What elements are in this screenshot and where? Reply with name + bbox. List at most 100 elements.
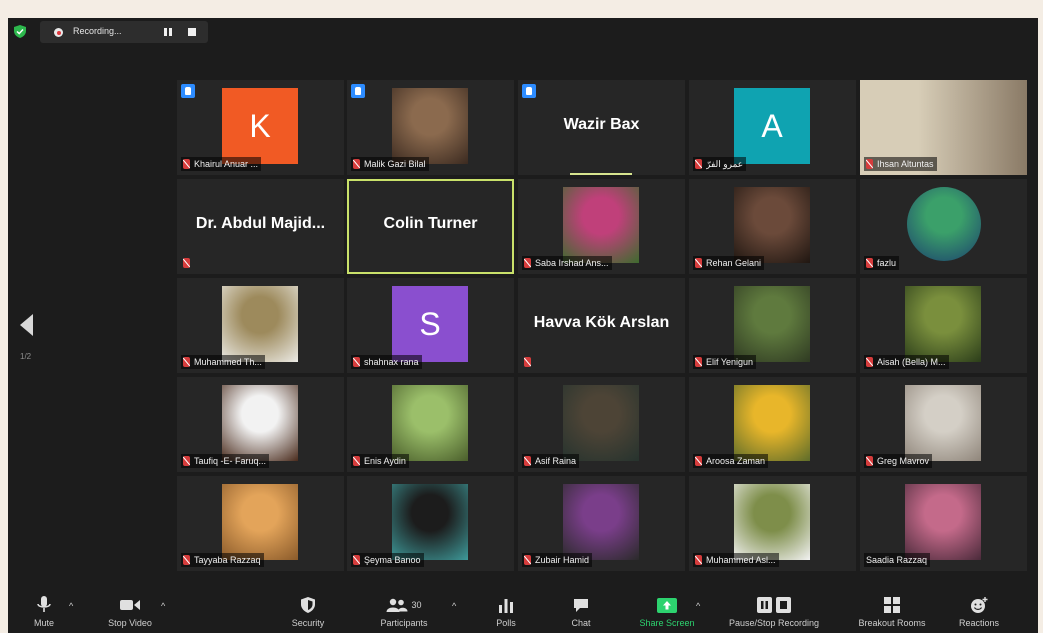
participant-video-feed: [734, 286, 810, 362]
mute-label: Mute: [33, 618, 54, 628]
muted-mic-icon: [866, 456, 873, 466]
participant-name: Taufiq -E- Faruq...: [194, 456, 267, 466]
participant-tile[interactable]: Dr. Abdul Majid...: [177, 179, 344, 274]
participant-name: Saba Irshad Ans...: [535, 258, 609, 268]
participants-options-caret-icon[interactable]: ^: [452, 601, 456, 611]
participant-video-feed: [734, 187, 810, 263]
participant-tile[interactable]: Wazir Bax: [518, 80, 685, 175]
video-options-caret-icon[interactable]: ^: [161, 601, 165, 611]
security-shield-icon: [301, 597, 315, 613]
participant-tile[interactable]: Havva Kök Arslan: [518, 278, 685, 373]
participant-tile[interactable]: Aisah (Bella) M...: [860, 278, 1027, 373]
participant-tile[interactable]: Enis Aydin: [347, 377, 514, 472]
participant-name: Greg Mavrov: [877, 456, 930, 466]
mute-button[interactable]: Mute: [22, 592, 66, 633]
participant-tile[interactable]: Sshahnax rana: [347, 278, 514, 373]
pause-stop-recording-button[interactable]: Pause/Stop Recording: [716, 592, 832, 633]
participant-tile[interactable]: Rehan Gelani: [689, 179, 856, 274]
participant-tile[interactable]: K Khairul Anuar ...: [177, 80, 344, 175]
stop-video-label: Stop Video: [108, 618, 152, 628]
participant-tile[interactable]: Saadia Razzaq: [860, 476, 1027, 571]
muted-mic-icon: [183, 555, 190, 565]
muted-mic-icon: [524, 357, 531, 367]
chat-label: Chat: [571, 618, 591, 628]
muted-mic-icon: [353, 357, 360, 367]
chat-button[interactable]: Chat: [563, 592, 599, 633]
participant-name-label: Khairul Anuar ...: [181, 157, 262, 171]
share-screen-button[interactable]: Share Screen: [628, 592, 706, 633]
share-options-caret-icon[interactable]: ^: [696, 601, 700, 611]
participant-name-label: Muhammed Th...: [181, 355, 265, 369]
muted-mic-icon: [695, 555, 702, 565]
stop-recording-icon[interactable]: [188, 28, 196, 36]
participant-video-feed: [222, 286, 298, 362]
participant-name: Şeyma Banoo: [364, 555, 421, 565]
participant-name-label: Malik Gazi Bilal: [351, 157, 429, 171]
participant-tile[interactable]: Asif Raina: [518, 377, 685, 472]
participant-tile[interactable]: Colin Turner: [347, 179, 514, 274]
pause-recording-icon[interactable]: [164, 28, 173, 36]
participant-display-name: Dr. Abdul Majid...: [195, 215, 326, 232]
muted-mic-icon: [353, 159, 360, 169]
polls-button[interactable]: Polls: [486, 592, 526, 633]
participants-button[interactable]: 30 Participants: [370, 592, 438, 633]
muted-mic-icon: [695, 159, 702, 169]
breakout-rooms-button[interactable]: Breakout Rooms: [846, 592, 938, 633]
participant-name: fazlu: [877, 258, 897, 268]
muted-mic-icon: [183, 456, 190, 466]
participant-tile[interactable]: Elif Yenigun: [689, 278, 856, 373]
participant-tile[interactable]: Şeyma Banoo: [347, 476, 514, 571]
participant-video-feed: [734, 484, 810, 560]
arrow-left-icon: [20, 314, 33, 336]
participant-video-feed: [222, 484, 298, 560]
reactions-button[interactable]: Reactions: [951, 592, 1007, 633]
previous-page-button[interactable]: 1/2: [8, 286, 48, 370]
participant-name-label: Zubair Hamid: [522, 553, 593, 567]
participant-name: Tayyaba Razzaq: [194, 555, 261, 565]
security-button[interactable]: Security: [284, 592, 332, 633]
participant-name-label: Taufiq -E- Faruq...: [181, 454, 270, 468]
participant-tile[interactable]: Ihsan Altuntas: [860, 80, 1027, 175]
muted-mic-icon: [695, 456, 702, 466]
participant-name: Saadia Razzaq: [866, 555, 928, 565]
participant-name: Aisah (Bella) M...: [877, 357, 946, 367]
participant-name-label: shahnax rana: [351, 355, 422, 369]
participant-tile[interactable]: A عمرو الفرّ: [689, 80, 856, 175]
participant-video-feed: [905, 286, 981, 362]
muted-mic-icon: [866, 258, 873, 268]
participant-tile[interactable]: Greg Mavrov: [860, 377, 1027, 472]
participant-name-label: Şeyma Banoo: [351, 553, 424, 567]
participant-tile[interactable]: Tayyaba Razzaq: [177, 476, 344, 571]
polls-label: Polls: [496, 618, 516, 628]
participant-name-label: Muhammed Asl...: [693, 553, 779, 567]
participant-name: Muhammed Asl...: [706, 555, 776, 565]
participant-display-name: Havva Kök Arslan: [533, 314, 670, 331]
speaking-indicator: [570, 173, 632, 175]
muted-mic-icon: [524, 456, 531, 466]
participant-tile[interactable]: Saba Irshad Ans...: [518, 179, 685, 274]
participant-tile[interactable]: Muhammed Th...: [177, 278, 344, 373]
participant-tile[interactable]: Muhammed Asl...: [689, 476, 856, 571]
participant-tile[interactable]: fazlu: [860, 179, 1027, 274]
meeting-toolbar: Mute ^ Stop Video ^ Security 30 Particip…: [8, 592, 1038, 633]
recording-indicator: Recording...: [40, 21, 208, 43]
participant-tile[interactable]: Taufiq -E- Faruq...: [177, 377, 344, 472]
bar-chart-icon: [499, 599, 513, 613]
participant-tile[interactable]: Malik Gazi Bilal: [347, 80, 514, 175]
participant-name: Malik Gazi Bilal: [364, 159, 426, 169]
participant-name-label: Aroosa Zaman: [693, 454, 769, 468]
shield-check-icon[interactable]: [14, 25, 26, 38]
participants-count: 30: [411, 600, 422, 610]
participant-video-feed: [392, 88, 468, 164]
muted-mic-icon: [183, 258, 190, 268]
stop-video-button[interactable]: Stop Video: [96, 592, 164, 633]
participant-tile[interactable]: Aroosa Zaman: [689, 377, 856, 472]
participant-name-label: Saba Irshad Ans...: [522, 256, 612, 270]
smiley-plus-icon: [971, 597, 988, 613]
audio-options-caret-icon[interactable]: ^: [69, 601, 73, 611]
breakout-rooms-icon: [884, 597, 900, 613]
participant-name: Aroosa Zaman: [706, 456, 766, 466]
participant-name-label: Enis Aydin: [351, 454, 409, 468]
participant-name-label: عمرو الفرّ: [693, 157, 747, 171]
participant-tile[interactable]: Zubair Hamid: [518, 476, 685, 571]
